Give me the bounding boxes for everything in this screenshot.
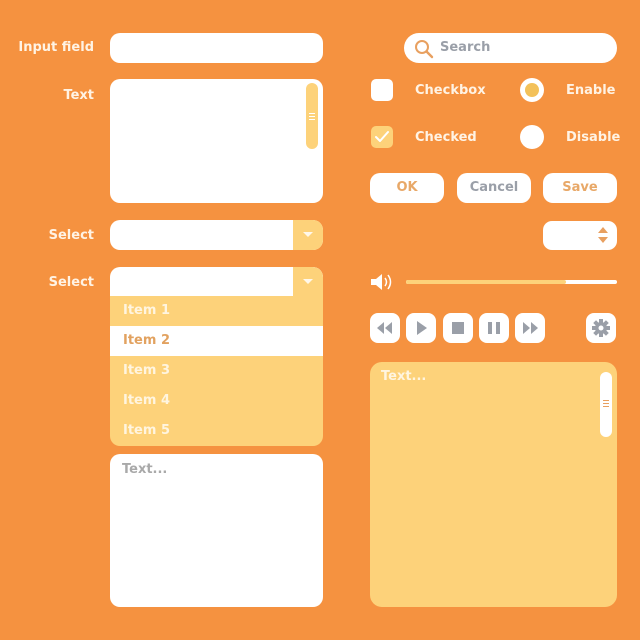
rewind-icon	[377, 322, 392, 334]
radio-label-disable: Disable	[566, 130, 621, 145]
checkbox-label: Checkbox	[415, 83, 486, 98]
scrollbar-grip	[603, 406, 609, 407]
text-area-placeholder: Text...	[122, 462, 168, 477]
scrollbar-grip	[603, 400, 609, 401]
chevron-down-icon	[303, 232, 313, 237]
number-stepper[interactable]	[543, 221, 617, 250]
radio-label-enable: Enable	[566, 83, 616, 98]
dropdown-list: Item 1 Item 2 Item 3 Item 4 Item 5	[110, 296, 323, 446]
dropdown-item[interactable]: Item 3	[110, 356, 323, 386]
gear-icon	[592, 319, 610, 337]
volume-slider-fill	[406, 280, 567, 284]
dropdown-item[interactable]: Item 1	[110, 296, 323, 326]
select-dropdown-open[interactable]	[110, 267, 323, 297]
input-field[interactable]	[110, 33, 323, 63]
cancel-button[interactable]: Cancel	[457, 173, 531, 203]
pause-icon	[488, 322, 500, 334]
text-label: Text	[63, 88, 94, 103]
input-field-label: Input field	[18, 40, 94, 55]
play-icon	[417, 321, 427, 335]
stop-button[interactable]	[443, 313, 473, 343]
radio-enable[interactable]	[520, 78, 544, 102]
checkbox-label-checked: Checked	[415, 130, 477, 145]
scrollbar-grip	[309, 113, 315, 114]
scrollbar-grip	[603, 403, 609, 404]
text-area-2[interactable]: Text...	[110, 454, 323, 607]
text-area-3[interactable]: Text...	[370, 362, 617, 607]
fast-forward-icon	[523, 322, 538, 334]
checkbox-checked[interactable]	[371, 126, 393, 148]
radio-dot	[525, 83, 539, 97]
volume-slider[interactable]	[406, 280, 617, 284]
stop-icon	[452, 322, 464, 334]
chevron-down-icon	[303, 279, 313, 284]
select-label: Select	[48, 228, 94, 243]
ok-button[interactable]: OK	[370, 173, 444, 203]
dropdown-item-selected[interactable]: Item 2	[110, 326, 323, 356]
settings-button[interactable]	[586, 313, 616, 343]
text-area-placeholder: Text...	[381, 369, 427, 384]
search-input[interactable]: Search	[404, 33, 617, 63]
up-down-arrows-icon[interactable]	[596, 225, 610, 245]
rewind-button[interactable]	[370, 313, 400, 343]
select-dropdown[interactable]	[110, 220, 323, 250]
select-label-2: Select	[48, 275, 94, 290]
check-icon	[375, 131, 389, 142]
select-toggle[interactable]	[293, 220, 323, 250]
save-button[interactable]: Save	[543, 173, 617, 203]
radio-disable[interactable]	[520, 125, 544, 149]
fast-forward-button[interactable]	[515, 313, 545, 343]
text-area[interactable]	[110, 79, 323, 203]
play-button[interactable]	[406, 313, 436, 343]
scrollbar-grip	[309, 116, 315, 117]
dropdown-item[interactable]: Item 4	[110, 386, 323, 416]
speaker-icon[interactable]	[370, 272, 396, 292]
scrollbar-grip	[309, 119, 315, 120]
select-toggle[interactable]	[293, 267, 323, 297]
text-area-scrollbar[interactable]	[600, 372, 612, 437]
search-icon	[415, 40, 434, 59]
pause-button[interactable]	[479, 313, 509, 343]
checkbox-unchecked[interactable]	[371, 79, 393, 101]
text-area-scrollbar[interactable]	[306, 83, 318, 149]
dropdown-item[interactable]: Item 5	[110, 416, 323, 446]
search-placeholder: Search	[440, 40, 491, 55]
